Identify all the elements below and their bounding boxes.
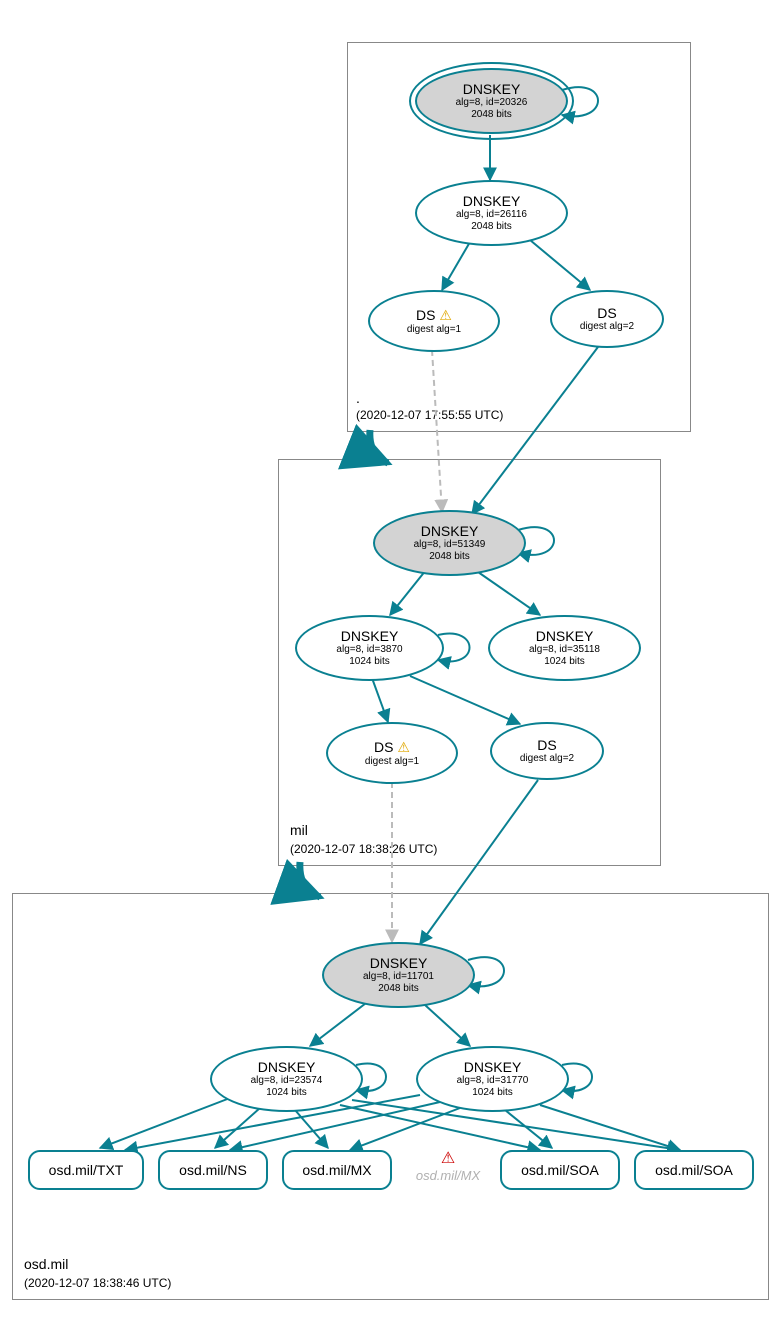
node-sub: alg=8, id=20326	[456, 97, 528, 109]
node-sub: alg=8, id=26116	[456, 209, 527, 221]
node-sub: alg=8, id=31770	[457, 1075, 529, 1087]
osd-soa2-node[interactable]: osd.mil/SOA	[634, 1150, 754, 1190]
node-title: DNSKEY	[370, 955, 428, 971]
node-title: osd.mil/NS	[179, 1162, 247, 1178]
root-ksk-node[interactable]: DNSKEY alg=8, id=20326 2048 bits	[415, 68, 568, 134]
node-sub: digest alg=2	[520, 753, 574, 765]
node-sub: 2048 bits	[471, 109, 512, 121]
root-zsk-node[interactable]: DNSKEY alg=8, id=26116 2048 bits	[415, 180, 568, 246]
node-sub: 2048 bits	[471, 221, 512, 233]
node-sub: alg=8, id=51349	[414, 539, 486, 551]
zone-root-timestamp: (2020-12-07 17:55:55 UTC)	[356, 408, 503, 422]
node-sub: digest alg=1	[365, 756, 419, 768]
node-sub: 1024 bits	[266, 1087, 307, 1099]
node-sub: alg=8, id=11701	[363, 971, 434, 983]
warning-icon: ⚠	[439, 307, 452, 323]
osd-mx-error-node[interactable]: ⚠ osd.mil/MX	[408, 1148, 488, 1183]
node-title: osd.mil/SOA	[521, 1162, 599, 1178]
node-title: DNSKEY	[536, 628, 594, 644]
zone-mil-timestamp: (2020-12-07 18:38:26 UTC)	[290, 842, 437, 856]
node-title: DS ⚠	[374, 739, 410, 756]
node-title: DS	[597, 305, 616, 321]
node-sub: 1024 bits	[544, 656, 585, 668]
warning-icon: ⚠	[397, 739, 410, 755]
mil-zsk2-node[interactable]: DNSKEY alg=8, id=35118 1024 bits	[488, 615, 641, 681]
node-sub: alg=8, id=35118	[529, 644, 600, 656]
node-sub: alg=8, id=23574	[251, 1075, 323, 1087]
root-ds2-node[interactable]: DS digest alg=2	[550, 290, 664, 348]
osd-zsk2-node[interactable]: DNSKEY alg=8, id=31770 1024 bits	[416, 1046, 569, 1112]
zone-mil-label: mil	[290, 822, 308, 838]
node-title: DNSKEY	[463, 81, 521, 97]
osd-zsk1-node[interactable]: DNSKEY alg=8, id=23574 1024 bits	[210, 1046, 363, 1112]
node-title: osd.mil/MX	[302, 1162, 371, 1178]
error-icon: ⚠	[408, 1148, 488, 1168]
node-sub: alg=8, id=3870	[336, 644, 402, 656]
node-title: osd.mil/SOA	[655, 1162, 733, 1178]
root-ds1-node[interactable]: DS ⚠ digest alg=1	[368, 290, 500, 352]
node-title: osd.mil/MX	[408, 1168, 488, 1183]
node-sub: 2048 bits	[429, 551, 470, 563]
node-title: DNSKEY	[421, 523, 479, 539]
node-sub: digest alg=2	[580, 321, 634, 333]
node-sub: 2048 bits	[378, 983, 419, 995]
zone-root-label: .	[356, 390, 360, 406]
osd-mx-node[interactable]: osd.mil/MX	[282, 1150, 392, 1190]
node-title: DS	[537, 737, 556, 753]
mil-ds2-node[interactable]: DS digest alg=2	[490, 722, 604, 780]
node-title: osd.mil/TXT	[49, 1162, 124, 1178]
node-sub: 1024 bits	[472, 1087, 513, 1099]
mil-ds1-node[interactable]: DS ⚠ digest alg=1	[326, 722, 458, 784]
osd-txt-node[interactable]: osd.mil/TXT	[28, 1150, 144, 1190]
osd-soa1-node[interactable]: osd.mil/SOA	[500, 1150, 620, 1190]
osd-ksk-node[interactable]: DNSKEY alg=8, id=11701 2048 bits	[322, 942, 475, 1008]
zone-osdmil-label: osd.mil	[24, 1256, 68, 1272]
mil-ksk-node[interactable]: DNSKEY alg=8, id=51349 2048 bits	[373, 510, 526, 576]
node-sub: digest alg=1	[407, 324, 461, 336]
node-title: DNSKEY	[341, 628, 399, 644]
zone-osdmil-timestamp: (2020-12-07 18:38:46 UTC)	[24, 1276, 171, 1290]
node-title: DNSKEY	[464, 1059, 522, 1075]
node-sub: 1024 bits	[349, 656, 390, 668]
node-title: DS ⚠	[416, 307, 452, 324]
node-title: DNSKEY	[463, 193, 521, 209]
osd-ns-node[interactable]: osd.mil/NS	[158, 1150, 268, 1190]
node-title: DNSKEY	[258, 1059, 316, 1075]
mil-zsk1-node[interactable]: DNSKEY alg=8, id=3870 1024 bits	[295, 615, 444, 681]
